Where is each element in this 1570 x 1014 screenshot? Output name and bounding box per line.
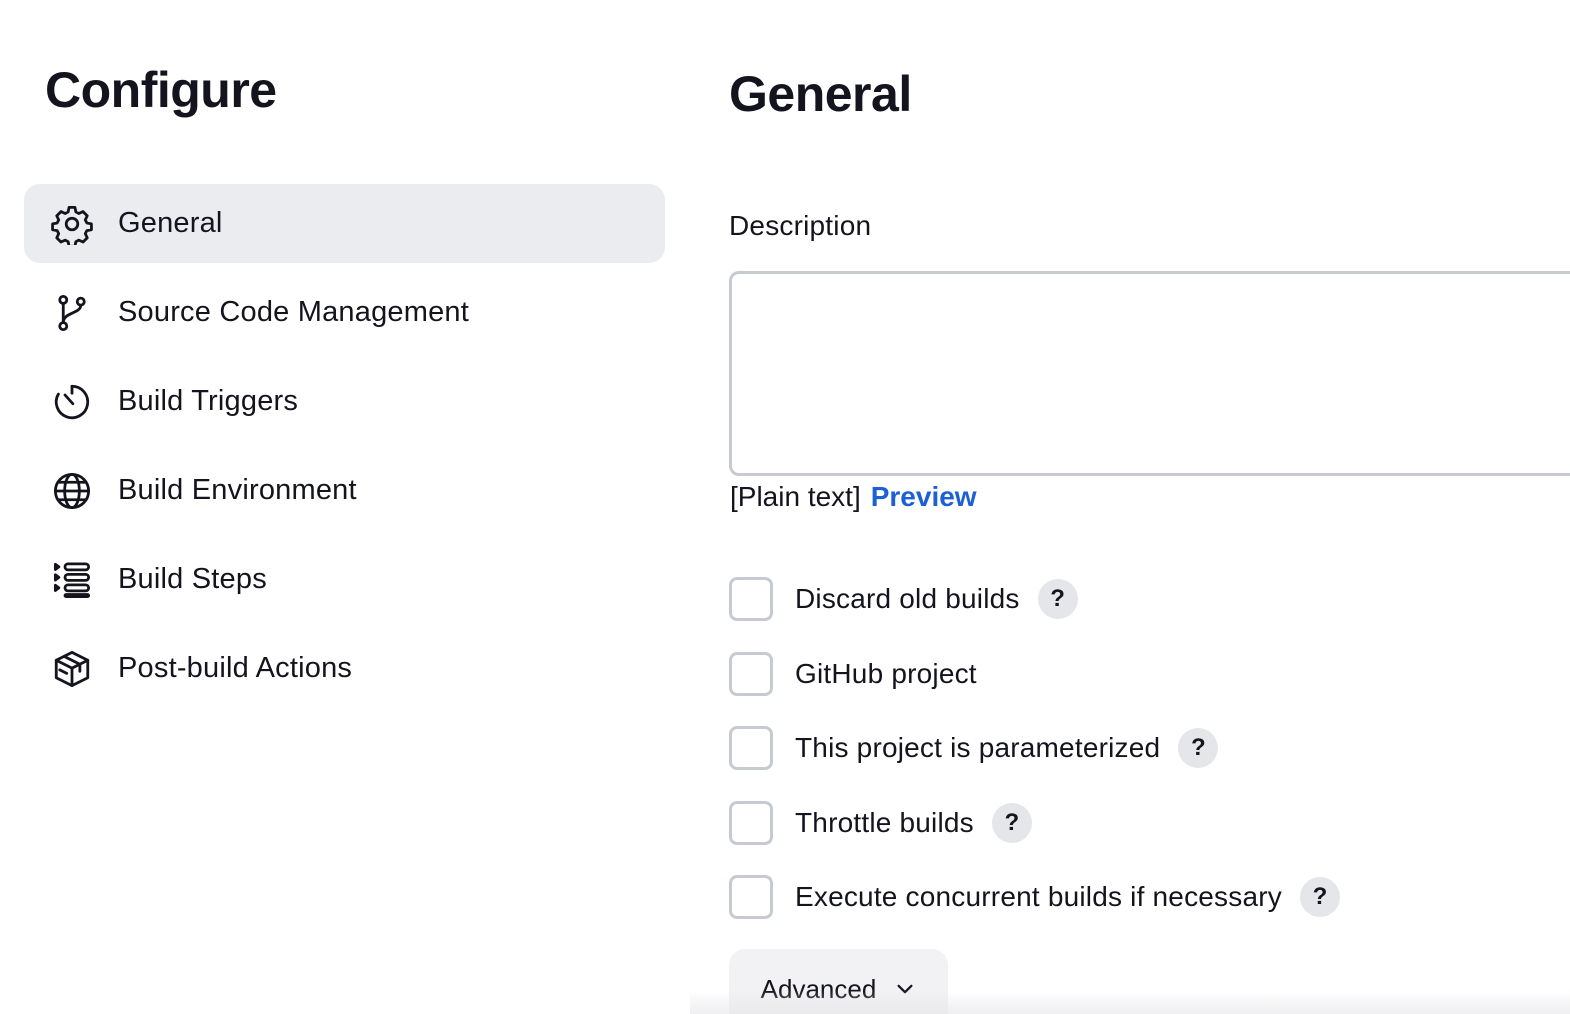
sidebar-title: Configure	[45, 62, 277, 118]
sidebar-item-post-build-actions[interactable]: Post-build Actions	[24, 629, 665, 708]
page-title: General	[729, 66, 912, 122]
parameterized-checkbox[interactable]	[729, 726, 773, 770]
sidebar-item-build-triggers[interactable]: Build Triggers	[24, 362, 665, 441]
sidebar-item-label: Build Steps	[118, 563, 267, 595]
throttle-builds-checkbox[interactable]	[729, 800, 773, 845]
timer-icon	[51, 381, 93, 423]
gear-icon	[51, 203, 93, 245]
package-icon	[51, 648, 93, 690]
general-options: Discard old builds ? GitHub project This…	[729, 577, 1340, 950]
option-label: Execute concurrent builds if necessary	[795, 881, 1282, 912]
sidebar-nav: General Source Code Management Build Tri…	[24, 184, 665, 718]
sidebar-item-label: General	[118, 207, 223, 239]
sidebar-item-source-code-management[interactable]: Source Code Management	[24, 273, 665, 352]
option-concurrent-builds: Execute concurrent builds if necessary ?	[729, 875, 1340, 919]
github-project-checkbox[interactable]	[729, 651, 773, 696]
preview-link[interactable]: Preview	[871, 481, 977, 513]
list-steps-icon	[51, 559, 93, 601]
help-icon[interactable]: ?	[1178, 728, 1219, 768]
sidebar-item-label: Source Code Management	[118, 296, 469, 328]
sidebar-item-label: Build Triggers	[118, 385, 299, 417]
description-textarea[interactable]	[729, 271, 1570, 476]
description-format-row: [Plain text] Preview	[730, 481, 977, 513]
help-icon[interactable]: ?	[991, 802, 1032, 843]
sidebar-item-build-steps[interactable]: Build Steps	[24, 540, 665, 619]
sidebar-item-general[interactable]: General	[24, 184, 665, 263]
option-parameterized: This project is parameterized ?	[729, 726, 1340, 770]
help-icon[interactable]: ?	[1037, 579, 1078, 619]
advanced-label: Advanced	[760, 973, 877, 1004]
option-label: GitHub project	[795, 657, 977, 689]
option-label: Discard old builds	[795, 583, 1020, 614]
sidebar-item-label: Build Environment	[118, 474, 357, 506]
discard-old-builds-checkbox[interactable]	[729, 577, 773, 621]
sidebar-item-label: Post-build Actions	[118, 652, 353, 684]
option-throttle-builds: Throttle builds ?	[729, 800, 1340, 845]
chevron-down-icon	[897, 984, 913, 994]
globe-icon	[51, 470, 93, 512]
git-branch-icon	[51, 292, 93, 334]
configure-page: Configure General Source Code Management…	[0, 0, 1570, 1014]
option-label: Throttle builds	[795, 806, 974, 838]
advanced-button[interactable]: Advanced	[729, 949, 948, 1014]
description-label: Description	[729, 210, 872, 241]
format-label: [Plain text]	[730, 481, 861, 512]
concurrent-builds-checkbox[interactable]	[729, 875, 773, 919]
option-github-project: GitHub project	[729, 651, 1340, 696]
option-discard-old-builds: Discard old builds ?	[729, 577, 1340, 621]
sidebar-item-build-environment[interactable]: Build Environment	[24, 451, 665, 530]
option-label: This project is parameterized	[795, 732, 1161, 763]
help-icon[interactable]: ?	[1299, 877, 1340, 917]
